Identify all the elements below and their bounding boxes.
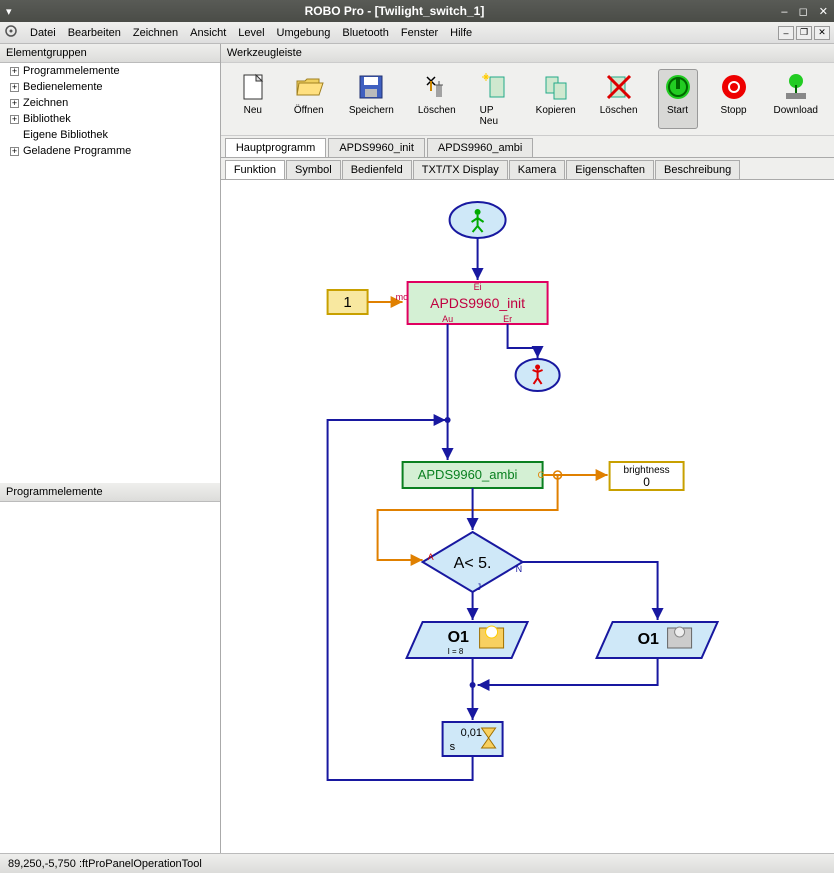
tree-item-programmelemente[interactable]: +Programmelemente <box>0 63 220 79</box>
titlebar: ▾ ROBO Pro - [Twilight_switch_1] – ◻ ✕ <box>0 0 834 22</box>
flowchart-svg[interactable]: 1 mo Ei APDS9960_init Au Er <box>221 180 834 840</box>
app-menu-icon[interactable]: ▾ <box>6 5 12 18</box>
minimize-button[interactable]: – <box>781 6 787 18</box>
maximize-button[interactable]: ◻ <box>799 6 808 18</box>
mdi-minimize-button[interactable]: – <box>778 26 794 40</box>
block1-top-label: Ei <box>473 282 481 292</box>
delay-unit: s <box>449 741 455 753</box>
view-tabs: Funktion Symbol Bedienfeld TXT/TX Displa… <box>221 158 834 180</box>
menu-datei[interactable]: Datei <box>24 25 62 41</box>
toolbar-label-delete2: Löschen <box>600 105 638 116</box>
block1-br-label: Er <box>503 314 512 324</box>
flowchart-canvas[interactable]: 1 mo Ei APDS9960_init Au Er <box>221 180 834 853</box>
decision-a-label: A <box>427 552 433 562</box>
menu-bluetooth[interactable]: Bluetooth <box>336 25 394 41</box>
sidebar: Elementgruppen +Programmelemente +Bedien… <box>0 44 221 853</box>
toolbar-label: Werkzeugleiste <box>221 44 834 63</box>
sidebar-header: Elementgruppen <box>0 44 220 63</box>
delete2-button[interactable]: Löschen <box>596 69 642 129</box>
view-tab-eigenschaften[interactable]: Eigenschaften <box>566 160 654 179</box>
gear-icon[interactable] <box>4 24 18 41</box>
menu-umgebung[interactable]: Umgebung <box>271 25 337 41</box>
tree-item-eigene-bibliothek[interactable]: Eigene Bibliothek <box>0 127 220 143</box>
toolbar-label-start: Start <box>667 105 688 116</box>
toolbar-label-save: Speichern <box>349 105 394 116</box>
view-tab-beschreibung[interactable]: Beschreibung <box>655 160 740 179</box>
toolbar-label-delete: Löschen <box>418 105 456 116</box>
toolbar-label-open: Öffnen <box>294 105 324 116</box>
block1-label: APDS9960_init <box>430 295 525 311</box>
toolbar: Neu Öffnen Speichern Löschen UP Neu <box>221 63 834 136</box>
decision-n-label: N <box>515 564 522 574</box>
download-button[interactable]: Download <box>770 69 822 129</box>
view-tab-kamera[interactable]: Kamera <box>509 160 566 179</box>
toolbar-label-copy: Kopieren <box>536 105 576 116</box>
toolbar-label-upnew: UP Neu <box>480 105 512 127</box>
view-tab-funktion[interactable]: Funktion <box>225 160 285 179</box>
toolbar-label-stop: Stopp <box>720 105 746 116</box>
new-button[interactable]: Neu <box>233 69 273 129</box>
menu-bearbeiten[interactable]: Bearbeiten <box>62 25 127 41</box>
view-tab-symbol[interactable]: Symbol <box>286 160 341 179</box>
start-button[interactable]: Start <box>658 69 698 129</box>
save-button[interactable]: Speichern <box>345 69 398 129</box>
close-button[interactable]: ✕ <box>819 6 828 18</box>
status-text: 89,250,-5,750 :ftProPanelOperationTool <box>8 858 202 870</box>
menubar: Datei Bearbeiten Zeichnen Ansicht Level … <box>0 22 834 44</box>
main-area: Werkzeugleiste Neu Öffnen Speichern Lösc… <box>221 44 834 853</box>
tree-item-zeichnen[interactable]: +Zeichnen <box>0 95 220 111</box>
window-title: ROBO Pro - [Twilight_switch_1] <box>16 4 774 18</box>
stop-button[interactable]: Stopp <box>714 69 754 129</box>
decision-j-label: J <box>476 582 481 592</box>
tree-item-bibliothek[interactable]: +Bibliothek <box>0 111 220 127</box>
file-tab-apds-init[interactable]: APDS9960_init <box>328 138 425 157</box>
upnew-button[interactable]: UP Neu <box>476 69 516 129</box>
block1-bl-label: Au <box>442 314 453 324</box>
expand-icon[interactable]: + <box>10 67 19 76</box>
mdi-restore-button[interactable]: ❐ <box>796 26 812 40</box>
expand-icon[interactable]: + <box>10 147 19 156</box>
programmelemente-panel[interactable] <box>0 502 220 853</box>
window-controls: – ◻ ✕ <box>773 5 828 18</box>
mdi-close-button[interactable]: ✕ <box>814 26 830 40</box>
tree-item-bedienelemente[interactable]: +Bedienelemente <box>0 79 220 95</box>
element-tree[interactable]: +Programmelemente +Bedienelemente +Zeich… <box>0 63 220 483</box>
brightness-value: 0 <box>643 475 650 489</box>
file-tab-apds-ambi[interactable]: APDS9960_ambi <box>427 138 533 157</box>
menu-ansicht[interactable]: Ansicht <box>184 25 232 41</box>
const-1-out-label: mo <box>395 292 408 302</box>
expand-icon[interactable]: + <box>10 115 19 124</box>
o1-label: O1 <box>447 629 468 646</box>
file-tab-hauptprogramm[interactable]: Hauptprogramm <box>225 138 326 157</box>
expand-icon[interactable]: + <box>10 99 19 108</box>
expand-icon[interactable]: + <box>10 83 19 92</box>
delete-button[interactable]: Löschen <box>414 69 460 129</box>
toolbar-label-new: Neu <box>244 105 262 116</box>
view-tab-txt-display[interactable]: TXT/TX Display <box>413 160 508 179</box>
menu-hilfe[interactable]: Hilfe <box>444 25 478 41</box>
copy-button[interactable]: Kopieren <box>532 69 580 129</box>
menu-zeichnen[interactable]: Zeichnen <box>127 25 184 41</box>
block2-label: APDS9960_ambi <box>418 467 518 482</box>
o2-label: O1 <box>637 631 658 648</box>
file-tabs: Hauptprogramm APDS9960_init APDS9960_amb… <box>221 136 834 158</box>
view-tab-bedienfeld[interactable]: Bedienfeld <box>342 160 412 179</box>
toolbar-label-download: Download <box>774 105 818 116</box>
tree-item-geladene-programme[interactable]: +Geladene Programme <box>0 143 220 159</box>
o1-sub: I = 8 <box>447 647 463 656</box>
statusbar: 89,250,-5,750 :ftProPanelOperationTool <box>0 853 834 873</box>
menu-fenster[interactable]: Fenster <box>395 25 444 41</box>
decision-label: A< 5. <box>454 555 492 572</box>
open-button[interactable]: Öffnen <box>289 69 329 129</box>
delay-value: 0,01 <box>460 727 481 739</box>
const-1-value: 1 <box>343 294 351 311</box>
menu-level[interactable]: Level <box>232 25 270 41</box>
sidebar-panel2-header: Programmelemente <box>0 483 220 502</box>
